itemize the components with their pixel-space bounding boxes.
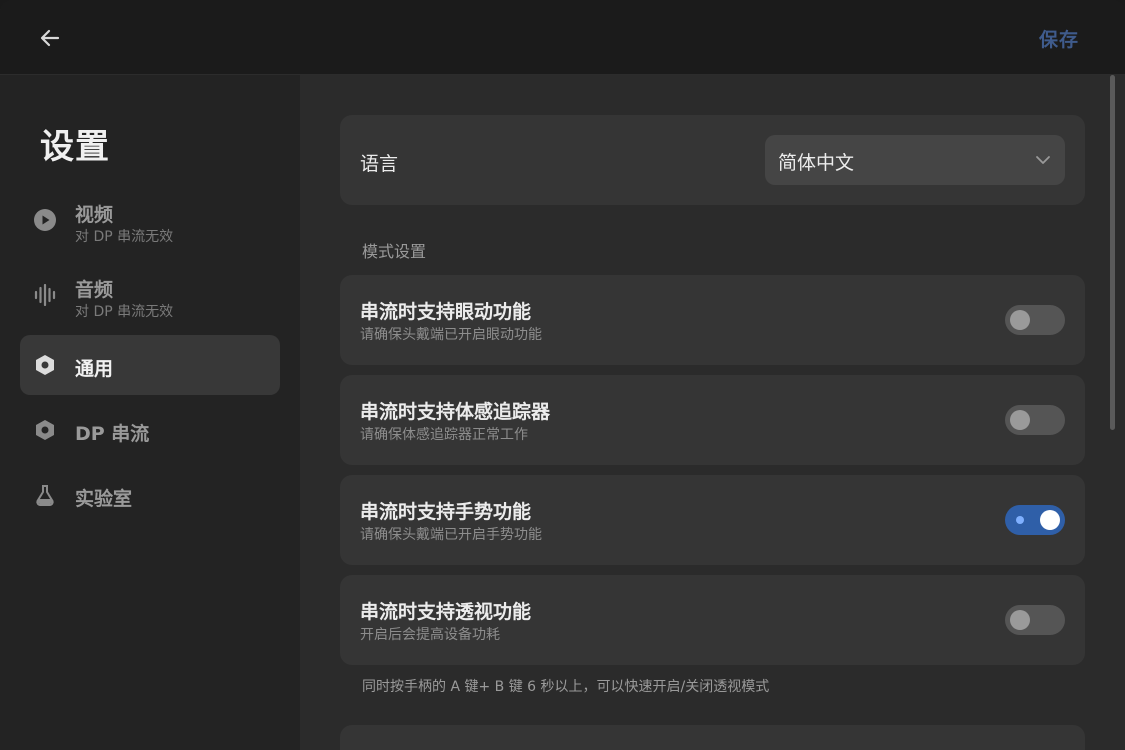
sidebar-item-label: 通用 (75, 358, 114, 380)
sidebar-item-label: 视频 (75, 204, 114, 226)
sidebar-item-label: DP 串流 (75, 423, 150, 445)
arrow-left-icon (40, 29, 60, 47)
body-tracker-toggle[interactable] (1005, 405, 1065, 435)
sidebar-item-general[interactable]: 通用 (20, 335, 280, 395)
top-bar: 保存 (0, 0, 1125, 75)
sidebar: 设置 视频 对 DP 串流无效 音频 对 DP 串流无效 通用 DP 串流 实验… (0, 75, 300, 750)
language-card: 语言 简体中文 (340, 115, 1085, 205)
sidebar-item-label: 音频 (75, 279, 114, 301)
language-select-value: 简体中文 (778, 152, 855, 174)
back-button[interactable] (34, 22, 66, 54)
settings-window: 保存 设置 视频 对 DP 串流无效 音频 对 DP 串流无效 通用 DP 串流… (0, 0, 1125, 750)
play-icon (34, 209, 56, 231)
passthrough-hint: 同时按手柄的 A 键+ B 键 6 秒以上，可以快速开启/关闭透视模式 (362, 679, 770, 695)
hex-nut-icon (34, 419, 56, 441)
save-button[interactable]: 保存 (1039, 25, 1079, 52)
setting-title: 串流时支持透视功能 (360, 601, 532, 623)
sidebar-item-audio[interactable]: 音频 对 DP 串流无效 (20, 265, 280, 325)
gesture-toggle[interactable] (1005, 505, 1065, 535)
sidebar-item-sub: 对 DP 串流无效 (75, 229, 174, 245)
setting-desc: 请确保体感追踪器正常工作 (360, 427, 528, 443)
setting-desc: 请确保头戴端已开启手势功能 (360, 527, 542, 543)
toggle-knob (1010, 410, 1030, 430)
sidebar-item-label: 实验室 (75, 488, 133, 510)
language-label: 语言 (360, 153, 399, 175)
eye-tracking-toggle[interactable] (1005, 305, 1065, 335)
page-title: 设置 (40, 127, 110, 167)
sidebar-item-video[interactable]: 视频 对 DP 串流无效 (20, 190, 280, 250)
toggle-knob (1010, 310, 1030, 330)
section-title: 模式设置 (362, 242, 427, 261)
sidebar-item-sub: 对 DP 串流无效 (75, 304, 174, 320)
audio-wave-icon (34, 284, 56, 306)
setting-card-next (340, 725, 1085, 750)
setting-title: 串流时支持手势功能 (360, 501, 532, 523)
setting-row-body-tracker: 串流时支持体感追踪器 请确保体感追踪器正常工作 (340, 375, 1085, 465)
setting-title: 串流时支持体感追踪器 (360, 401, 551, 423)
setting-row-passthrough: 串流时支持透视功能 开启后会提高设备功耗 (340, 575, 1085, 665)
toggle-knob (1010, 610, 1030, 630)
hex-nut-icon (34, 354, 56, 376)
setting-row-gesture: 串流时支持手势功能 请确保头戴端已开启手势功能 (340, 475, 1085, 565)
sidebar-item-lab[interactable]: 实验室 (20, 465, 280, 525)
passthrough-toggle[interactable] (1005, 605, 1065, 635)
sidebar-item-dp-stream[interactable]: DP 串流 (20, 400, 280, 460)
setting-title: 串流时支持眼动功能 (360, 301, 532, 323)
flask-icon (34, 484, 56, 506)
toggle-dot (1016, 516, 1024, 524)
language-select[interactable]: 简体中文 (765, 135, 1065, 185)
main-panel: 语言 简体中文 模式设置 串流时支持眼动功能 请确保头戴端已开启眼动功能 串流时… (300, 75, 1125, 750)
setting-desc: 开启后会提高设备功耗 (360, 627, 500, 643)
setting-row-eye-tracking: 串流时支持眼动功能 请确保头戴端已开启眼动功能 (340, 275, 1085, 365)
setting-desc: 请确保头戴端已开启眼动功能 (360, 327, 542, 343)
scrollbar[interactable] (1110, 75, 1115, 430)
toggle-knob (1040, 510, 1060, 530)
chevron-down-icon (1035, 152, 1051, 172)
